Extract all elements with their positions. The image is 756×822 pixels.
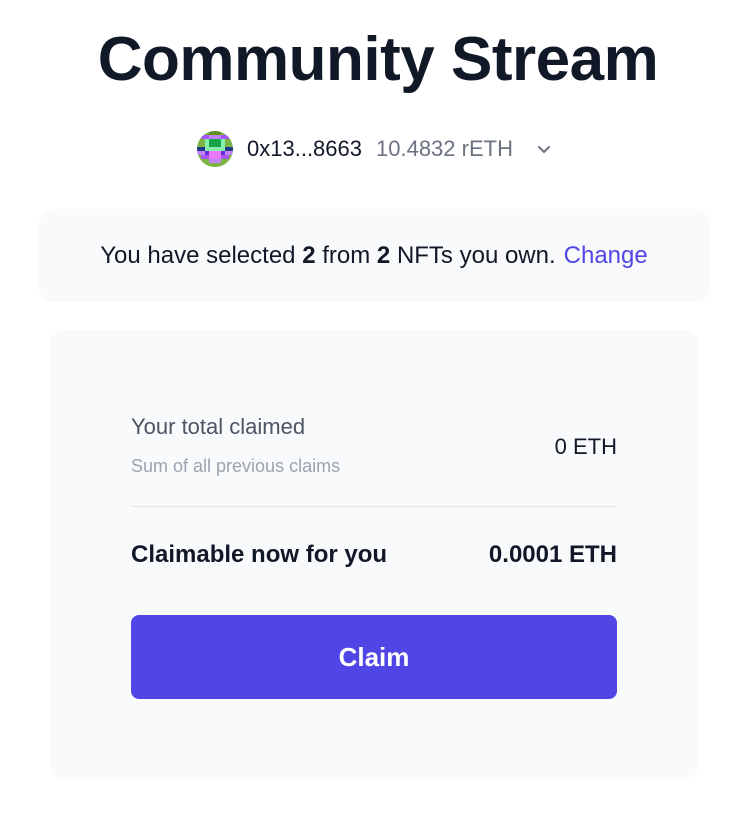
change-link[interactable]: Change bbox=[564, 242, 648, 270]
account-selector[interactable]: 0x13...8663 10.4832 rETH bbox=[0, 130, 756, 168]
wallet-balance: 10.4832 rETH bbox=[376, 136, 513, 161]
total-claimed-subtext: Sum of all previous claims bbox=[131, 456, 341, 476]
claimable-label: Claimable now for you bbox=[131, 541, 388, 568]
owned-count: 2 bbox=[376, 241, 391, 269]
claim-button[interactable]: Claim bbox=[131, 615, 617, 699]
claim-card: Your total claimed Sum of all previous c… bbox=[50, 330, 698, 779]
wallet-address: 0x13...8663 bbox=[247, 136, 362, 161]
divider bbox=[131, 506, 617, 507]
selection-suffix: NFTs you own. bbox=[396, 241, 556, 269]
pixel-avatar-icon bbox=[197, 131, 234, 167]
total-claimed-value: 0 ETH bbox=[554, 434, 617, 459]
claimable-value: 0.0001 ETH bbox=[488, 541, 617, 568]
selection-prefix: You have selected bbox=[100, 241, 296, 269]
total-claimed-label: Your total claimed bbox=[131, 414, 306, 439]
nft-selection-banner: You have selected 2 from 2 NFTs you own.… bbox=[39, 209, 709, 302]
selection-middle: from bbox=[322, 241, 371, 269]
total-claimed-row: Your total claimed Sum of all previous c… bbox=[131, 412, 617, 502]
page-title: Community Stream bbox=[97, 25, 659, 94]
chevron-down-icon[interactable] bbox=[535, 140, 553, 158]
selected-count: 2 bbox=[302, 241, 316, 269]
